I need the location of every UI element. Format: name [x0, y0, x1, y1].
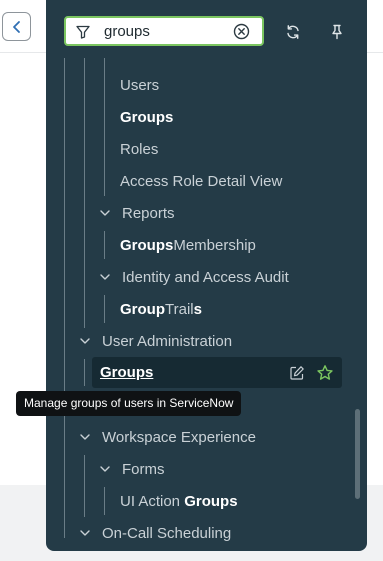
chevron-down-icon[interactable] — [79, 335, 91, 347]
scrollbar-thumb[interactable] — [355, 409, 360, 499]
tree-guide-line — [84, 359, 85, 386]
edit-icon[interactable] — [289, 365, 305, 381]
tree-section-forms[interactable]: Forms — [122, 456, 165, 482]
tooltip: Manage groups of users in ServiceNow — [16, 391, 242, 416]
tree-section-workspace-experience[interactable]: Workspace Experience — [102, 424, 256, 450]
filter-navigator-field[interactable] — [64, 16, 264, 46]
clear-filter-icon[interactable] — [233, 23, 250, 40]
tree-guide-line — [104, 295, 105, 323]
chevron-down-icon[interactable] — [99, 463, 111, 475]
tree-item-group-trails[interactable]: Group Trail s — [120, 296, 202, 322]
chevron-down-icon[interactable] — [99, 271, 111, 283]
tree-item-groups[interactable]: Groups — [120, 104, 173, 130]
tree-guide-line — [84, 455, 85, 517]
tree-guide-line — [64, 58, 65, 538]
tree-section-identity-access-audit[interactable]: Identity and Access Audit — [122, 264, 289, 290]
refresh-icon[interactable] — [283, 22, 303, 42]
tree-item-users[interactable]: Users — [120, 72, 159, 98]
tree-item-access-role-detail-view[interactable]: Access Role Detail View — [120, 168, 282, 194]
tree-item-ui-action-groups[interactable]: UI Action Groups — [120, 488, 238, 514]
tree-item-groups-membership[interactable]: Groups Membership — [120, 232, 256, 258]
tree-section-reports[interactable]: Reports — [122, 200, 175, 226]
pin-icon[interactable] — [327, 22, 347, 42]
chevron-down-icon[interactable] — [99, 207, 111, 219]
tree-section-user-administration[interactable]: User Administration — [102, 328, 232, 354]
chevron-down-icon[interactable] — [79, 431, 91, 443]
filter-icon — [76, 25, 90, 39]
tree-guide-line — [104, 487, 105, 515]
tree-guide-line — [84, 58, 85, 328]
tree-guide-line — [104, 58, 105, 196]
tree-guide-line — [104, 231, 105, 259]
star-favorite-icon[interactable] — [316, 364, 334, 382]
chevron-down-icon[interactable] — [79, 527, 91, 539]
tree-item-roles[interactable]: Roles — [120, 136, 158, 162]
tree-item-groups-label[interactable]: Groups — [100, 364, 153, 381]
navigator-tree: Users Groups Roles Access Role Detail Vi… — [46, 58, 363, 541]
chevron-left-icon — [12, 20, 20, 33]
back-button[interactable] — [2, 12, 31, 41]
filter-input[interactable] — [104, 21, 226, 41]
